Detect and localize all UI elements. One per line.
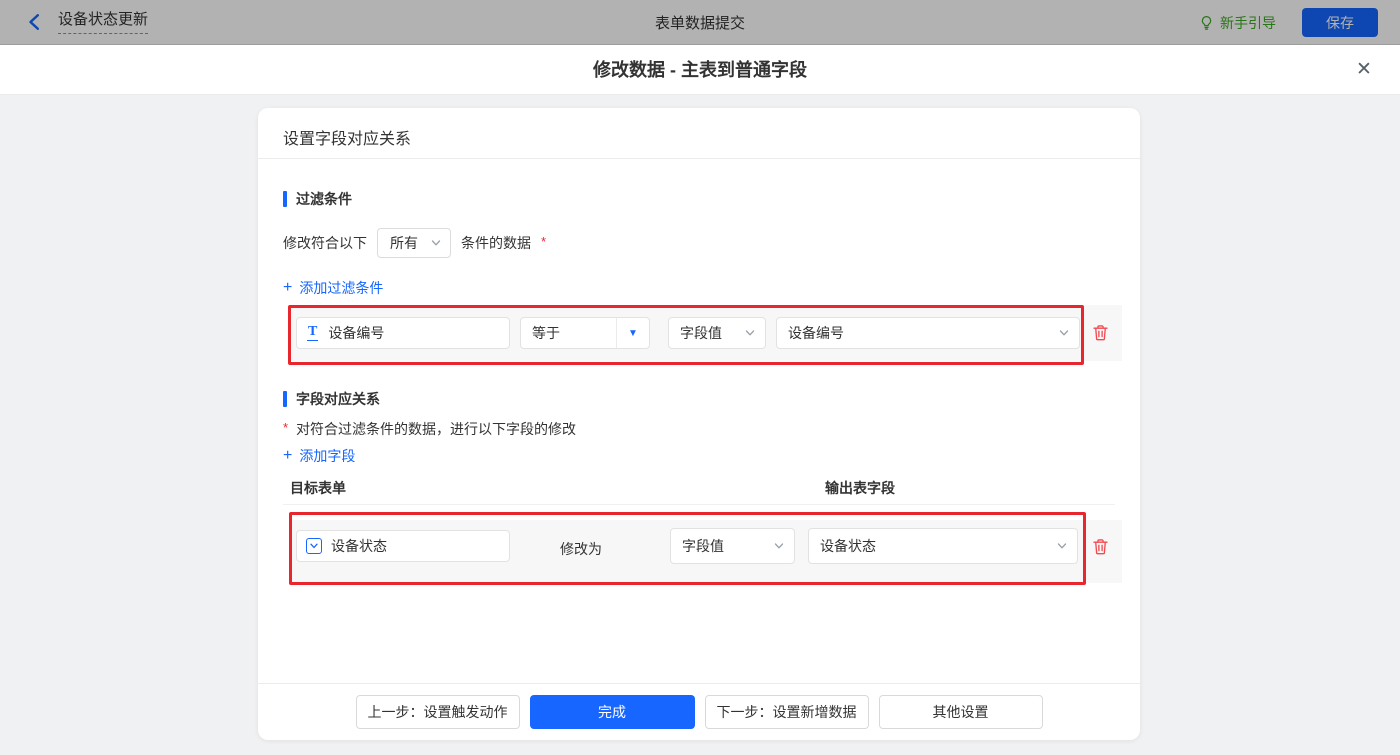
operator-caret-zone[interactable]: ▼ [616, 318, 649, 348]
column-header-output-field: 输出表字段 [825, 480, 895, 496]
caret-down-icon: ▼ [628, 327, 638, 339]
save-button[interactable]: 保存 [1302, 8, 1378, 37]
match-suffix-text: 条件的数据 [461, 235, 531, 251]
table-header-divider [283, 504, 1115, 505]
add-filter-condition-link[interactable]: + 添加过滤条件 [283, 278, 383, 298]
text-field-icon: T [307, 324, 319, 341]
column-header-target-form: 目标表单 [290, 480, 346, 496]
previous-step-button[interactable]: 上一步：设置触发动作 [355, 695, 520, 729]
lightbulb-icon [1201, 15, 1212, 30]
target-field-input[interactable]: 设备状态 [296, 530, 510, 562]
match-prefix-text: 修改符合以下 [283, 235, 367, 251]
chevron-down-icon [774, 543, 784, 549]
delete-filter-row-button[interactable] [1091, 323, 1111, 343]
plus-icon: + [283, 279, 293, 296]
filter-value-type-select[interactable]: 字段值 [668, 317, 766, 349]
filter-value-field-select[interactable]: 设备编号 [776, 317, 1080, 349]
mapping-description-row: * 对符合过滤条件的数据，进行以下字段的修改 [283, 419, 576, 439]
footer-divider [258, 683, 1140, 684]
chevron-down-icon [745, 330, 755, 336]
mapping-value-type-select[interactable]: 字段值 [670, 528, 795, 564]
page-title: 表单数据提交 [654, 14, 745, 32]
filter-section-title: 过滤条件 [283, 189, 352, 209]
panel-header-title: 设置字段对应关系 [283, 131, 412, 148]
match-mode-select[interactable]: 所有 [377, 228, 451, 258]
chevron-down-icon [431, 240, 441, 246]
chevron-down-icon [1059, 330, 1069, 336]
mapping-description-text: 对符合过滤条件的数据，进行以下字段的修改 [296, 421, 577, 437]
select-field-icon [306, 538, 322, 554]
done-button[interactable]: 完成 [529, 695, 695, 729]
modify-to-label: 修改为 [560, 541, 602, 557]
required-asterisk: * [283, 419, 289, 435]
section-bar [283, 391, 287, 407]
beginner-guide-link[interactable]: 新手引导 [1199, 13, 1276, 33]
next-step-button[interactable]: 下一步：设置新增数据 [704, 695, 869, 729]
section-bar [283, 191, 287, 207]
close-icon[interactable]: ✕ [1352, 58, 1376, 82]
top-navigation-bar: 设备状态更新 表单数据提交 新手引导 保存 [0, 0, 1400, 45]
mapping-section-title: 字段对应关系 [283, 389, 380, 409]
filter-operator-select[interactable]: 等于 ▼ [520, 317, 650, 349]
panel-header-divider [258, 158, 1140, 159]
dialog-header: 修改数据 - 主表到普通字段 ✕ [0, 45, 1400, 95]
other-settings-button[interactable]: 其他设置 [878, 695, 1043, 729]
required-asterisk: * [541, 233, 547, 249]
dialog-title: 修改数据 - 主表到普通字段 [593, 60, 807, 80]
trash-icon [1093, 539, 1108, 555]
topbar-actions: 新手引导 保存 [1199, 0, 1378, 45]
field-mapping-panel: 设置字段对应关系 过滤条件 修改符合以下 所有 条件的数据 * + 添加过滤条件… [258, 108, 1140, 740]
filter-match-row: 修改符合以下 所有 条件的数据 * [283, 228, 546, 258]
delete-mapping-row-button[interactable] [1091, 537, 1111, 557]
trash-icon [1093, 325, 1108, 341]
filter-field-input[interactable]: T 设备编号 [296, 317, 510, 349]
footer-button-row: 上一步：设置触发动作 完成 下一步：设置新增数据 其他设置 [258, 695, 1140, 729]
add-field-link[interactable]: + 添加字段 [283, 446, 355, 466]
beginner-guide-label: 新手引导 [1220, 14, 1276, 31]
mapping-value-field-select[interactable]: 设备状态 [808, 528, 1078, 564]
plus-icon: + [283, 447, 293, 464]
chevron-down-icon [1057, 543, 1067, 549]
